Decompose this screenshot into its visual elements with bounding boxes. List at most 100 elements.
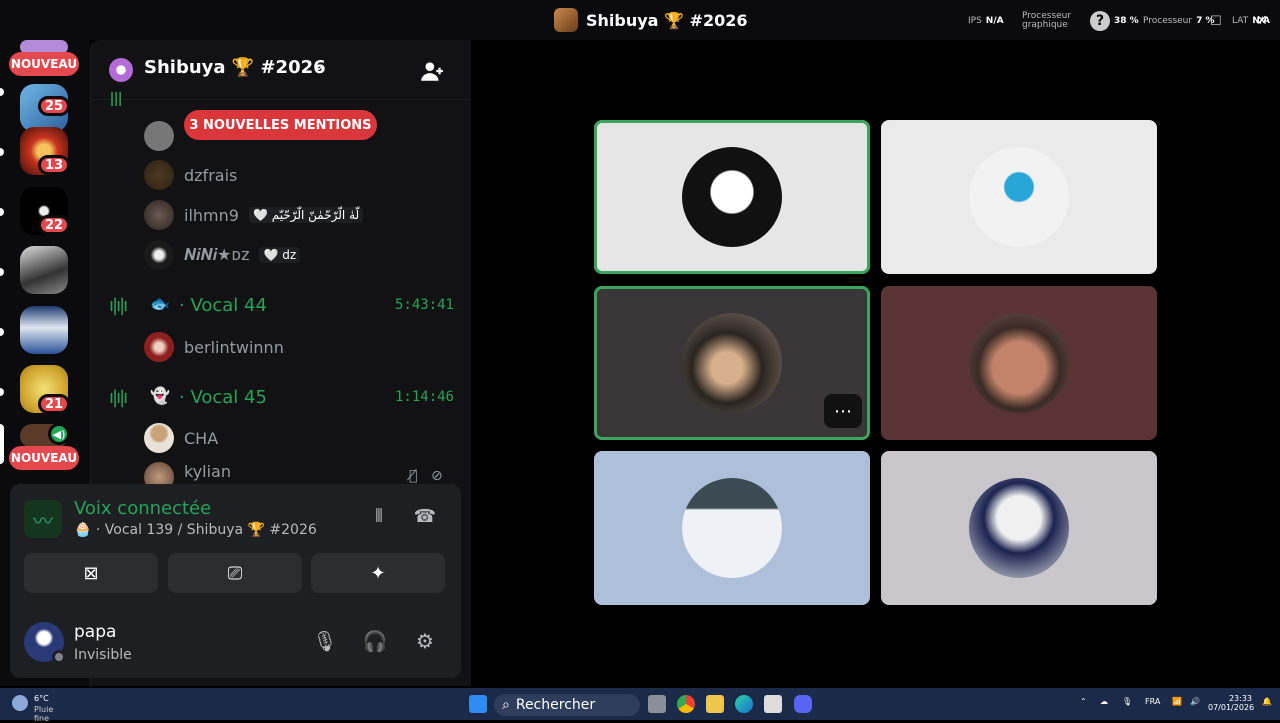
voice-member[interactable] <box>144 120 174 152</box>
window-title: Shibuya 🏆 #2026 <box>554 8 747 32</box>
chevron-down-icon[interactable]: ⌄ <box>313 58 325 74</box>
screen-share-icon: ⎚ <box>227 562 243 584</box>
ghost-icon: 👻 <box>150 386 170 405</box>
camera-off-icon: ⊠ <box>83 562 99 584</box>
cake-icon: 🧁 <box>74 522 92 538</box>
discord-icon[interactable] <box>794 695 812 713</box>
new-mentions-pill[interactable]: 3 NOUVELLES MENTIONS <box>184 110 377 140</box>
avatar <box>144 121 174 151</box>
avatar <box>144 240 174 270</box>
unread-pill <box>0 268 4 276</box>
avatar <box>144 332 174 362</box>
unread-pill <box>0 328 4 336</box>
new-badge[interactable]: NOUVEAU <box>9 52 79 76</box>
channel-vocal-44[interactable]: ı|ı|ı 🐟 · Vocal 44 5:43:41 <box>109 292 454 318</box>
member-name: ilhmn9 <box>184 205 239 225</box>
speaker-icon: ◀) <box>48 423 70 445</box>
voice-member[interactable]: 𝑵𝒊𝑵𝒊★ᴅᴢ 🤍 dz <box>144 239 301 271</box>
user-status: Invisible <box>74 647 132 663</box>
channel-vocal-prev[interactable]: ||| <box>109 92 454 106</box>
help-icon: ? <box>1090 11 1110 31</box>
signal-icon[interactable]: 〰 <box>24 500 62 538</box>
language-indicator[interactable]: FRA <box>1145 697 1160 706</box>
task-view-icon[interactable] <box>648 695 666 713</box>
participant-tile[interactable] <box>594 120 870 274</box>
time: 23:33 <box>1228 694 1252 703</box>
gpu-stat: Processeur graphique <box>1022 11 1072 30</box>
channel-vocal-45[interactable]: ı|ı|ı 👻 · Vocal 45 1:14:46 <box>109 384 454 410</box>
wifi-icon[interactable]: 📶 <box>1172 697 1182 706</box>
avatar <box>144 160 174 190</box>
screen-share-button[interactable]: ⎚ <box>168 553 302 593</box>
settings-gear-icon[interactable]: ⚙ <box>412 629 438 655</box>
server-name: Shibuya 🏆 #2026 <box>144 57 326 78</box>
start-windows-icon[interactable] <box>469 695 487 713</box>
voice-member[interactable]: berlintwinnn <box>144 331 284 363</box>
cloud-icon[interactable]: ☁ <box>1100 697 1108 706</box>
voice-member[interactable]: CHA <box>144 422 218 454</box>
taskbar: 6°C Pluie fine ⌕ Rechercher ⌃ ☁ 🎙 FRA 📶 … <box>0 688 1280 723</box>
participant-tile[interactable] <box>881 451 1157 605</box>
member-name: berlintwinnn <box>184 337 284 357</box>
server-icon[interactable] <box>20 246 68 294</box>
date: 07/01/2026 <box>1208 703 1255 712</box>
taskbar-search[interactable]: ⌕ Rechercher <box>494 694 640 716</box>
voice-member[interactable]: ilhmn9 🤍 لّهٰ الّرّحّمٰنّ الّرّحّيّم <box>144 199 364 231</box>
voice-wave-icon: ||| <box>109 92 123 106</box>
channel-duration: 5:43:41 <box>394 297 454 313</box>
file-explorer-icon[interactable] <box>706 695 724 713</box>
chrome-icon[interactable] <box>677 695 695 713</box>
window-title-text: Shibuya 🏆 #2026 <box>586 10 748 30</box>
more-options-button[interactable]: ⋯ <box>824 394 862 428</box>
server-header[interactable]: Shibuya 🏆 #2026 ⌄ <box>91 40 472 100</box>
title-bar: Shibuya 🏆 #2026 IPS N/A Processeur graph… <box>0 0 1280 40</box>
channel-name: · Vocal 45 <box>179 386 267 408</box>
ips-stat: IPS N/A <box>968 16 1004 26</box>
chevron-up-icon[interactable]: ⌃ <box>1080 697 1087 706</box>
notifications-icon[interactable]: 🔔 <box>1262 697 1272 706</box>
edge-icon[interactable] <box>735 695 753 713</box>
mic-muted-icon: 🎙̸ <box>409 468 418 484</box>
participant-tile[interactable] <box>881 120 1157 274</box>
microphone-icon[interactable]: 🎙 <box>312 629 338 655</box>
avatar <box>144 423 174 453</box>
cloud-rain-icon <box>12 695 28 711</box>
unread-pill <box>0 148 4 156</box>
camera-off-button[interactable]: ⊠ <box>24 553 158 593</box>
unread-pill <box>0 88 4 96</box>
activities-button[interactable]: ✦ <box>311 553 445 593</box>
voice-member[interactable]: dzfrais <box>144 159 237 191</box>
unread-pill <box>0 388 4 396</box>
microphone-icon[interactable]: 🎙 <box>1122 697 1132 706</box>
disconnect-icon[interactable]: ☎ <box>412 506 438 532</box>
member-name: CHA <box>184 428 219 448</box>
close-icon[interactable]: ✕ <box>1256 8 1268 34</box>
new-badge[interactable]: NOUVEAU <box>9 446 79 470</box>
participant-tile[interactable] <box>881 286 1157 440</box>
maximize-icon[interactable]: ☐ <box>1210 8 1222 34</box>
server-icon[interactable] <box>20 306 68 354</box>
member-tag: 🤍 dz <box>259 247 301 263</box>
mention-badge: 21 <box>38 394 71 414</box>
store-icon[interactable] <box>764 695 782 713</box>
soundboard-wave-icon[interactable]: ⦀ <box>366 506 392 532</box>
temperature: 6°C <box>34 694 49 703</box>
participant-tile[interactable]: ⋯ <box>594 286 870 440</box>
user-name[interactable]: papa <box>74 622 116 642</box>
avatar <box>144 462 174 484</box>
voice-wave-icon: ı|ı|ı <box>109 386 128 408</box>
weather-description: Pluie fine <box>34 705 54 723</box>
voice-status[interactable]: Voix connectée <box>74 498 211 519</box>
channel-name: · Vocal 44 <box>179 294 267 316</box>
voice-channel-path[interactable]: 🧁 · Vocal 139 / Shibuya 🏆 #2026 <box>74 522 317 538</box>
clock[interactable]: 23:33 07/01/2026 <box>1208 694 1255 712</box>
headset-icon[interactable]: 🎧 <box>362 629 388 655</box>
deafened-icon: ⊘ <box>431 468 443 484</box>
server-thumbnail-icon <box>554 8 578 32</box>
add-user-icon[interactable] <box>419 58 445 84</box>
server-emblem-icon <box>109 58 133 82</box>
help-stat[interactable]: ? 38 % <box>1090 8 1139 34</box>
participant-tile[interactable] <box>594 451 870 605</box>
voice-member[interactable]: kylian <box>144 462 231 484</box>
volume-icon[interactable]: 🔊 <box>1190 697 1200 706</box>
